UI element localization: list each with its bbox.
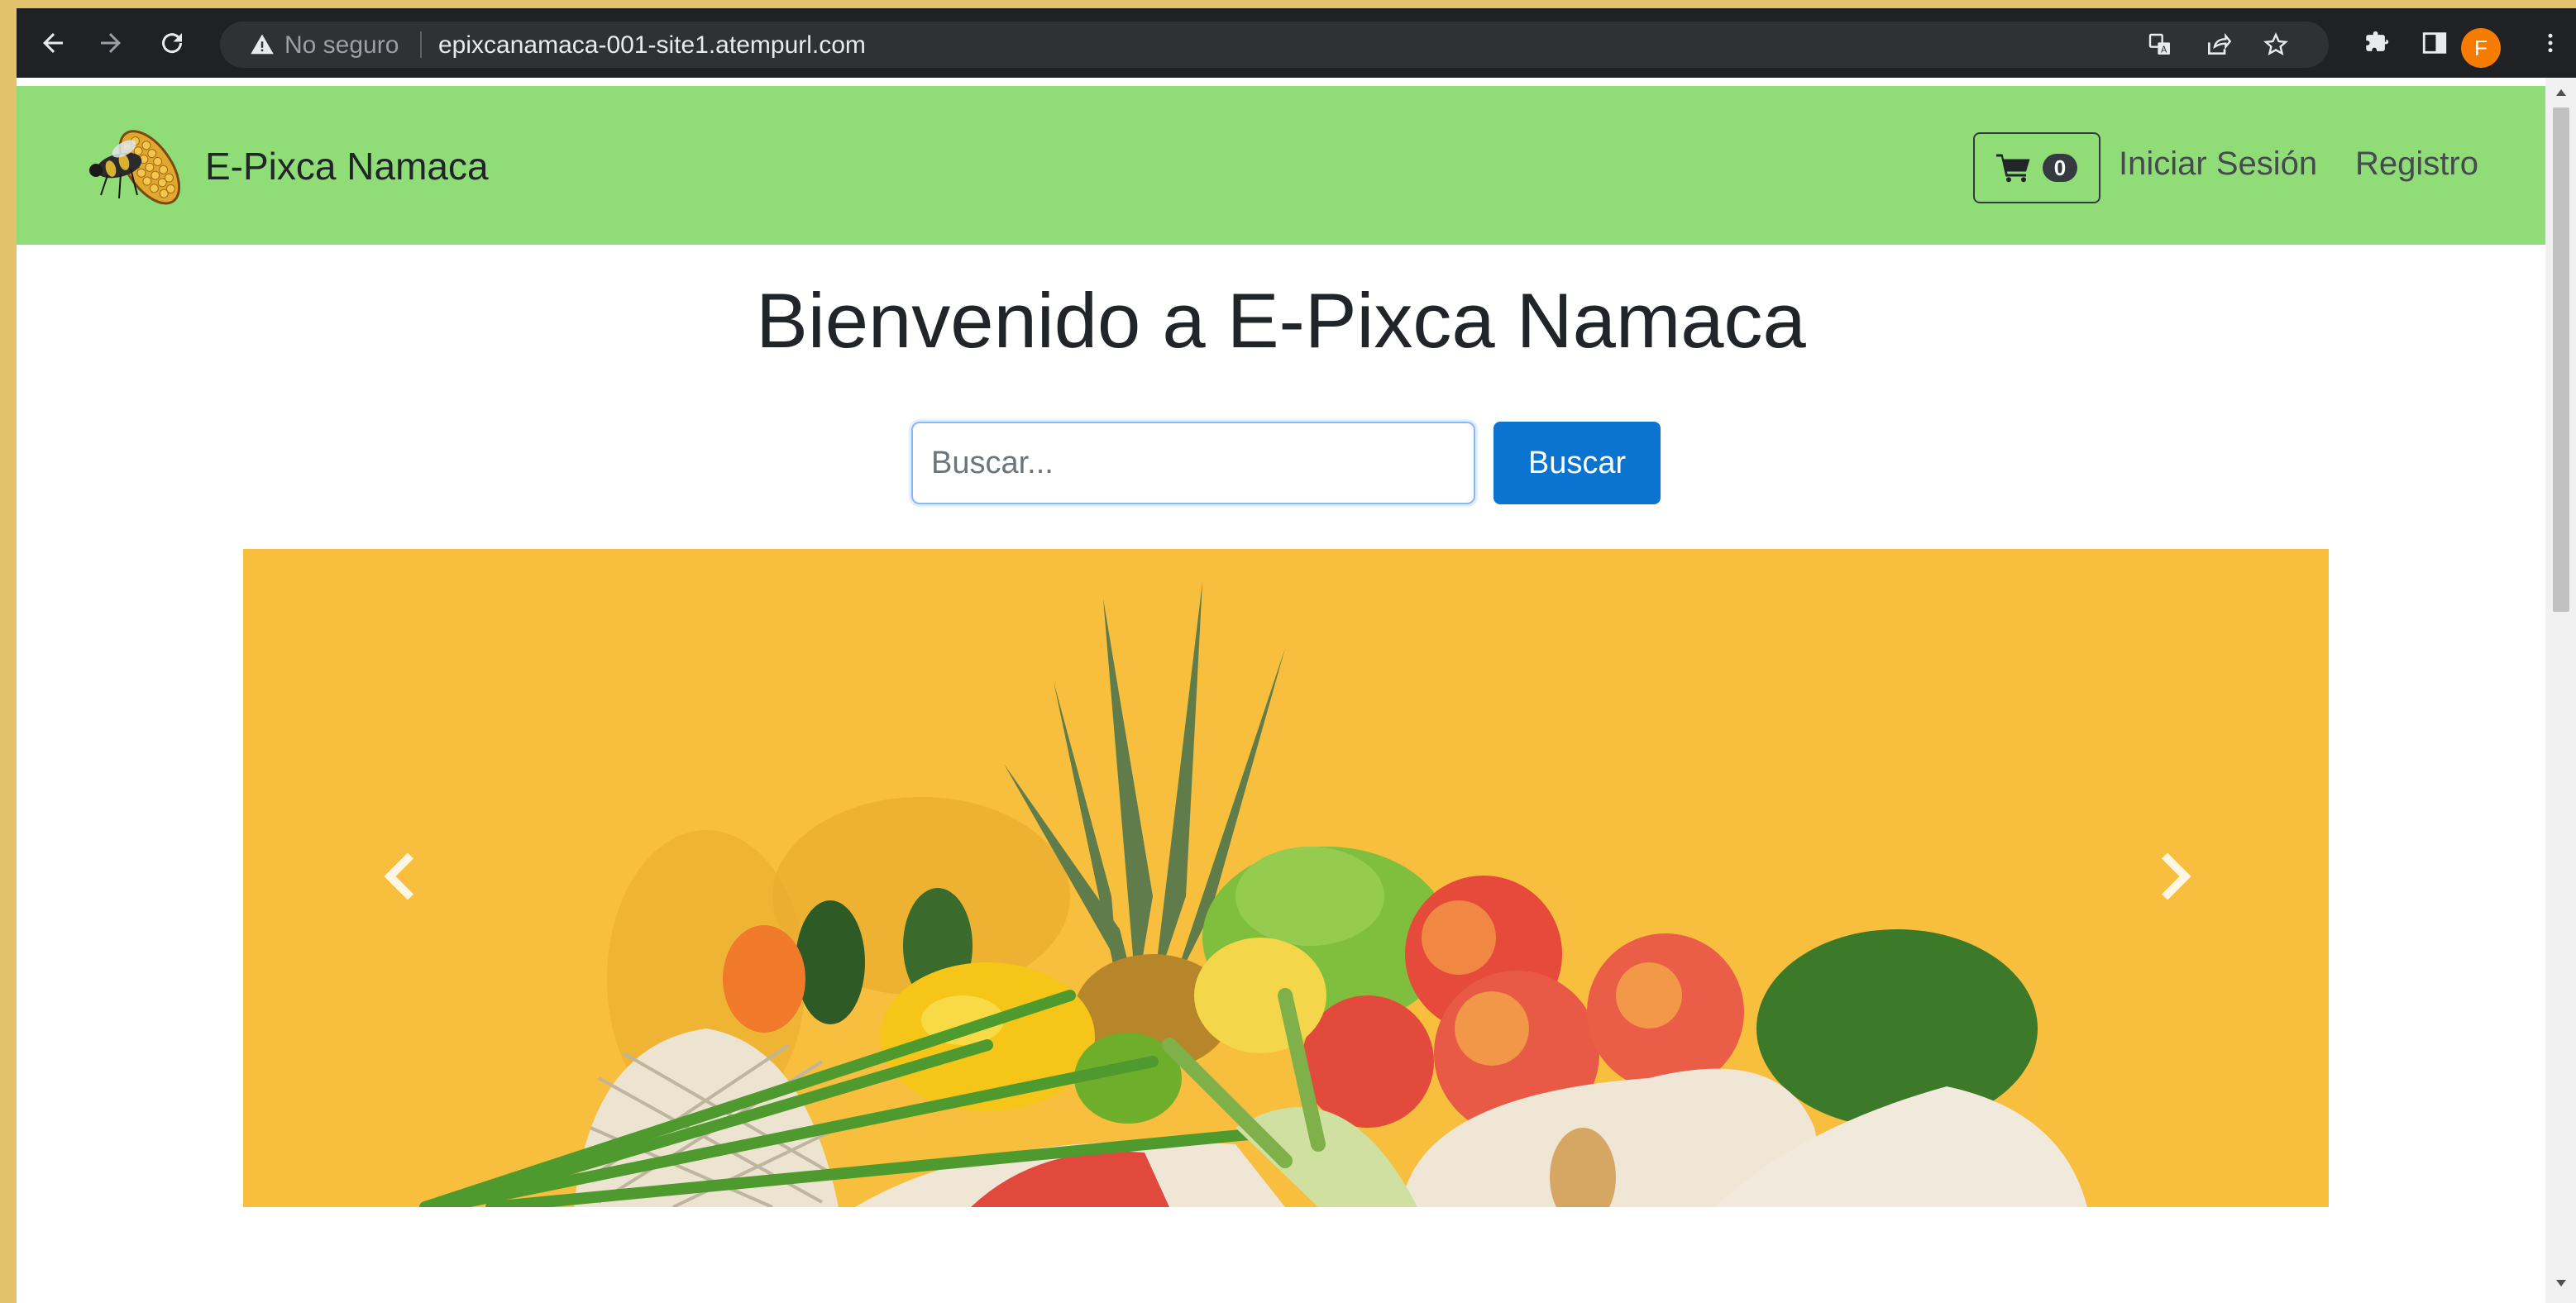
cart-count-badge: 0 [2043,154,2077,182]
share-icon[interactable] [2205,31,2232,58]
cart-button[interactable]: 0 [1973,132,2100,203]
fruits-and-vegetables-photo [243,549,2329,1207]
chevron-left-icon [384,852,414,900]
menu-icon[interactable] [2527,20,2574,66]
security-label[interactable]: No seguro [284,31,399,60]
carousel-next-button[interactable] [2142,843,2208,909]
carousel-prev-button[interactable] [367,843,433,909]
search-input[interactable] [911,422,1475,504]
reload-icon[interactable] [149,20,195,66]
side-panel-icon[interactable] [2411,20,2458,66]
scroll-up-icon[interactable] [2554,88,2568,98]
forward-icon[interactable] [88,20,134,66]
page-viewport: E-Pixca Namaca 0 Iniciar Sesión Registro… [17,78,2545,1303]
extensions-icon[interactable] [2354,20,2400,66]
scroll-down-icon[interactable] [2554,1278,2568,1288]
chevron-right-icon [2161,852,2191,900]
profile-avatar[interactable]: F [2461,28,2501,68]
scrollbar-thumb[interactable] [2553,107,2569,612]
register-link[interactable]: Registro [2355,146,2478,183]
page-scrollbar[interactable] [2545,78,2576,1303]
url-text[interactable]: epixcanamaca-001-site1.atempurl.com [438,31,866,60]
back-icon[interactable] [30,20,76,66]
hero-carousel [243,549,2329,1207]
star-icon[interactable] [2263,31,2289,58]
browser-toolbar: No seguro epixcanamaca-001-site1.atempur… [17,8,2576,78]
warning-icon[interactable] [250,32,275,61]
page-title: Bienvenido a E-Pixca Namaca [756,277,1806,364]
login-link[interactable]: Iniciar Sesión [2119,146,2317,183]
corn-bee-logo[interactable] [83,119,198,220]
search-button[interactable]: Buscar [1494,422,1661,504]
navbar: E-Pixca Namaca 0 Iniciar Sesión Registro [17,86,2545,245]
divider [420,31,422,58]
translate-icon[interactable]: A [2147,31,2173,58]
brand-name[interactable]: E-Pixca Namaca [205,144,489,189]
cart-icon [1996,154,2030,183]
avatar-initial: F [2474,35,2488,60]
address-bar[interactable]: No seguro epixcanamaca-001-site1.atempur… [220,21,2329,68]
svg-text:A: A [2161,44,2167,55]
